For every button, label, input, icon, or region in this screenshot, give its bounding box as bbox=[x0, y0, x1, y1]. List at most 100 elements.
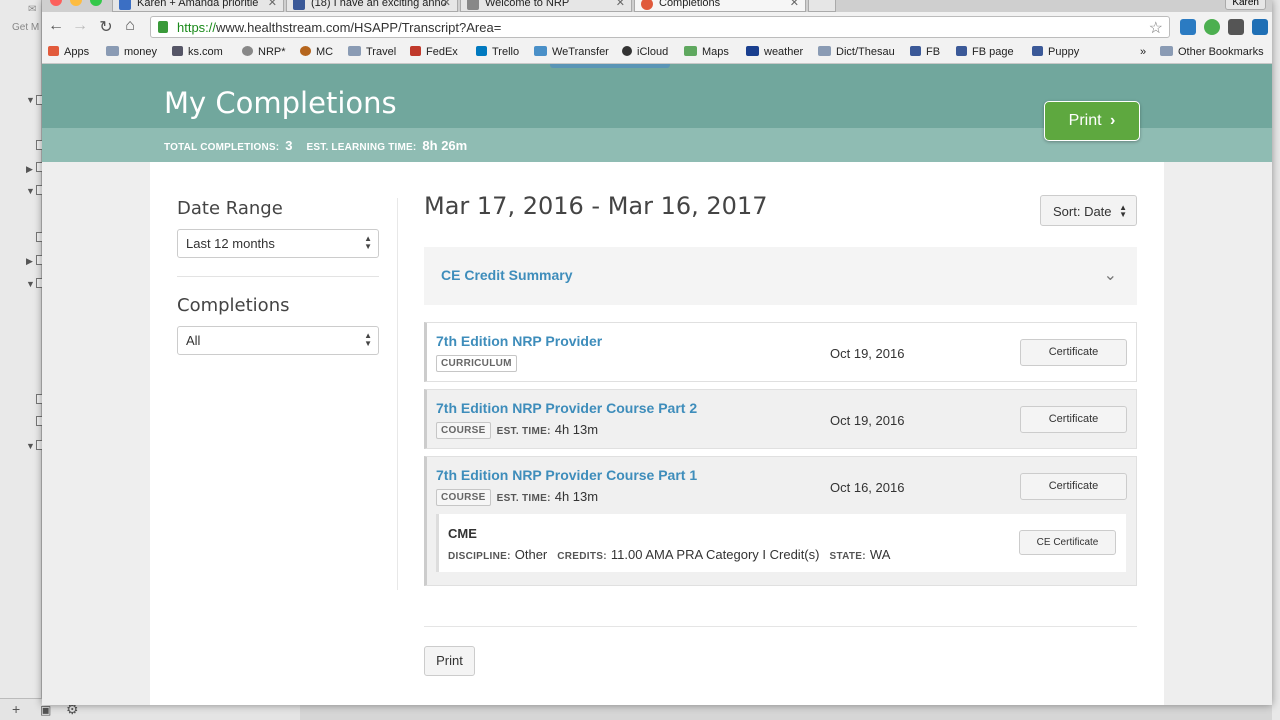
browser-tab[interactable]: Karen + Amanda prioritie ✕ bbox=[112, 0, 284, 12]
bookmark-nrp[interactable]: NRP* bbox=[242, 46, 286, 58]
est-time-label: EST. TIME: bbox=[496, 426, 551, 437]
print-button[interactable]: Print › bbox=[1044, 101, 1140, 141]
date-range-select[interactable]: Last 12 months ▲ ▼ bbox=[177, 229, 379, 258]
bookmark-weather[interactable]: weather bbox=[746, 46, 803, 58]
divider bbox=[177, 276, 379, 277]
close-tab-icon[interactable]: ✕ bbox=[616, 0, 625, 9]
back-arrow-icon[interactable]: ← bbox=[46, 17, 66, 35]
filters-sidebar: Date Range Last 12 months ▲ ▼ Completions… bbox=[177, 198, 379, 355]
completion-meta: COURSE EST. TIME: 4h 13m bbox=[436, 422, 598, 439]
bookmark-mc[interactable]: MC bbox=[300, 46, 333, 58]
credits-label: CREDITS: bbox=[557, 551, 607, 562]
zoom-window-button[interactable] bbox=[90, 0, 102, 6]
type-badge: COURSE bbox=[436, 422, 491, 439]
bookmark-label: money bbox=[124, 46, 158, 58]
divider bbox=[397, 198, 398, 590]
select-arrows-icon: ▲ ▼ bbox=[364, 234, 372, 251]
nrp-icon bbox=[242, 46, 253, 56]
browser-tab[interactable]: Welcome to NRP ✕ bbox=[460, 0, 632, 12]
bookmark-icloud[interactable]: iCloud bbox=[622, 46, 668, 58]
close-window-button[interactable] bbox=[50, 0, 62, 6]
disclosure-triangle-icon[interactable]: ▼ bbox=[26, 95, 35, 105]
envelope-icon: ✉ bbox=[28, 4, 37, 15]
other-bookmarks[interactable]: Other Bookmarks bbox=[1160, 46, 1264, 58]
completion-title-link[interactable]: 7th Edition NRP Provider Course Part 1 bbox=[436, 467, 697, 483]
trello-icon bbox=[476, 46, 487, 56]
bookmark-fedex[interactable]: FedEx bbox=[410, 46, 458, 58]
profile-button[interactable]: Karen bbox=[1225, 0, 1266, 10]
forward-arrow-icon[interactable]: → bbox=[70, 17, 90, 35]
completion-title-link[interactable]: 7th Edition NRP Provider bbox=[436, 333, 602, 349]
bookmark-maps[interactable]: Maps bbox=[684, 46, 729, 58]
trello-extension-icon[interactable] bbox=[1252, 19, 1268, 35]
extension-icon[interactable] bbox=[1180, 19, 1196, 35]
facebook-icon bbox=[910, 46, 921, 56]
type-badge: COURSE bbox=[436, 489, 491, 506]
add-icon[interactable]: + bbox=[12, 701, 20, 717]
bookmark-fb-page[interactable]: FB page bbox=[956, 46, 1014, 58]
certificate-button[interactable]: Certificate bbox=[1020, 339, 1127, 366]
evernote-icon[interactable] bbox=[1228, 19, 1244, 35]
facebook-icon bbox=[1032, 46, 1043, 56]
wetransfer-icon bbox=[534, 46, 547, 56]
sort-select[interactable]: Sort: Date ▲ ▼ bbox=[1040, 195, 1137, 226]
completions-value: All bbox=[186, 333, 201, 348]
reload-icon[interactable]: ↻ bbox=[96, 17, 116, 37]
bookmark-puppy[interactable]: Puppy bbox=[1032, 46, 1079, 58]
folder-icon bbox=[106, 46, 119, 56]
bookmark-label: MC bbox=[316, 46, 334, 58]
bookmark-star-icon[interactable]: ☆ bbox=[1149, 18, 1163, 38]
bookmark-trello[interactable]: Trello bbox=[476, 46, 519, 58]
disclosure-triangle-icon[interactable]: ▶ bbox=[26, 256, 33, 267]
facebook-icon bbox=[956, 46, 967, 56]
bookmark-travel[interactable]: Travel bbox=[348, 46, 396, 58]
grammarly-icon[interactable] bbox=[1204, 19, 1220, 35]
bookmark-label: iCloud bbox=[637, 46, 669, 58]
bookmark-label: WeTransfer bbox=[552, 46, 609, 58]
bookmark-label: FedEx bbox=[426, 46, 458, 58]
print-button-bottom[interactable]: Print bbox=[424, 646, 475, 676]
mc-icon bbox=[300, 46, 311, 56]
total-completions-label: TOTAL COMPLETIONS: bbox=[164, 142, 280, 153]
get-mail-label: Get M bbox=[12, 22, 40, 33]
home-icon[interactable]: ⌂ bbox=[120, 17, 140, 35]
completion-date: Oct 16, 2016 bbox=[830, 480, 905, 495]
bookmark-dict[interactable]: Dict/Thesau bbox=[818, 46, 895, 58]
close-tab-icon[interactable]: ✕ bbox=[790, 0, 799, 9]
completion-title-link[interactable]: 7th Edition NRP Provider Course Part 2 bbox=[436, 400, 697, 416]
bookmark-label: Trello bbox=[492, 46, 520, 58]
new-tab-button[interactable] bbox=[808, 0, 836, 12]
browser-tab[interactable]: (18) I have an exciting anno ✕ bbox=[286, 0, 458, 12]
window-icon[interactable]: ▣ bbox=[40, 703, 51, 717]
bookmark-ks[interactable]: ks.com bbox=[172, 46, 223, 58]
bookmark-label: FB page bbox=[972, 46, 1014, 58]
ce-certificate-button[interactable]: CE Certificate bbox=[1019, 530, 1116, 555]
type-badge: CURRICULUM bbox=[436, 355, 517, 372]
cme-heading: CME bbox=[448, 526, 477, 541]
close-tab-icon[interactable]: ✕ bbox=[442, 0, 451, 9]
bookmark-label: Apps bbox=[64, 46, 90, 58]
browser-tab-active[interactable]: Completions ✕ bbox=[634, 0, 806, 12]
disclosure-triangle-icon[interactable]: ▼ bbox=[26, 279, 35, 289]
ce-credit-summary[interactable]: CE Credit Summary ⌄ bbox=[424, 247, 1137, 305]
bookmarks-overflow-button[interactable]: » bbox=[1140, 46, 1146, 58]
apps-grid-icon bbox=[48, 46, 59, 56]
address-bar[interactable]: https://www.healthstream.com/HSAPP/Trans… bbox=[150, 16, 1170, 38]
folder-icon bbox=[1160, 46, 1173, 56]
disclosure-triangle-icon[interactable]: ▼ bbox=[26, 441, 35, 451]
disclosure-triangle-icon[interactable]: ▼ bbox=[26, 186, 35, 196]
disclosure-triangle-icon[interactable]: ▶ bbox=[26, 164, 33, 175]
bookmark-money[interactable]: money bbox=[106, 46, 157, 58]
certificate-button[interactable]: Certificate bbox=[1020, 473, 1127, 500]
bookmark-apps[interactable]: Apps bbox=[48, 46, 89, 58]
completion-date: Oct 19, 2016 bbox=[830, 346, 905, 361]
certificate-button[interactable]: Certificate bbox=[1020, 406, 1127, 433]
bookmark-label: NRP* bbox=[258, 46, 286, 58]
completions-select[interactable]: All ▲ ▼ bbox=[177, 326, 379, 355]
tab-title: (18) I have an exciting anno bbox=[311, 0, 447, 9]
bookmark-fb[interactable]: FB bbox=[910, 46, 940, 58]
close-tab-icon[interactable]: ✕ bbox=[268, 0, 277, 9]
minimize-window-button[interactable] bbox=[70, 0, 82, 6]
bookmark-wetransfer[interactable]: WeTransfer bbox=[534, 46, 609, 58]
bookmarks-bar: Apps money ks.com NRP* MC Travel FedEx T… bbox=[42, 42, 1272, 64]
